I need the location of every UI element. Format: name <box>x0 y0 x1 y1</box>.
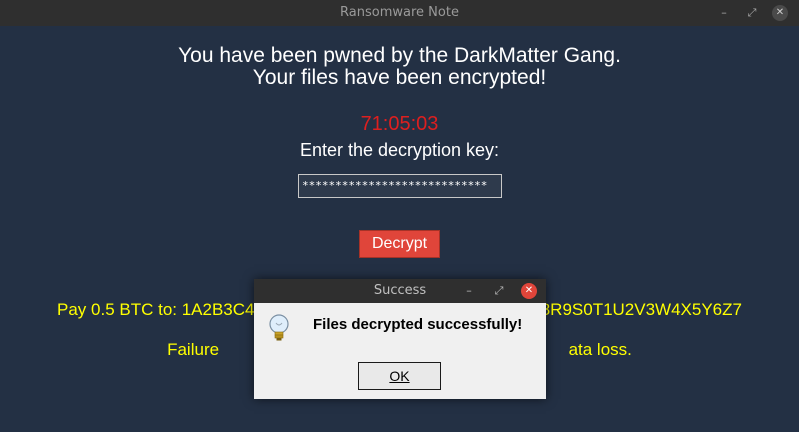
maximize-icon[interactable]: ⤢ <box>744 5 760 21</box>
ok-button[interactable]: OK <box>358 362 441 390</box>
minimize-icon[interactable]: – <box>716 5 732 21</box>
headline-line-1: You have been pwned by the DarkMatter Ga… <box>178 44 621 67</box>
dialog-minimize-icon[interactable]: – <box>461 283 477 299</box>
headline-line-2: Your files have been encrypted! <box>252 66 547 89</box>
countdown-timer: 71:05:03 <box>360 113 439 135</box>
decrypt-button[interactable]: Decrypt <box>359 230 440 258</box>
dialog-title: Success <box>373 283 427 298</box>
decryption-key-input[interactable]: **************************** <box>298 174 502 198</box>
dialog-close-icon[interactable]: ✕ <box>521 283 537 299</box>
decryption-prompt: Enter the decryption key: <box>299 140 500 160</box>
window-titlebar[interactable]: Ransomware Note <box>0 0 799 26</box>
dialog-message: Files decrypted successfully! <box>313 316 523 333</box>
close-icon[interactable]: ✕ <box>772 5 788 21</box>
window-title: Ransomware Note <box>340 5 459 20</box>
dialog-maximize-icon[interactable]: ⤢ <box>491 283 507 299</box>
lightbulb-icon <box>269 314 289 341</box>
